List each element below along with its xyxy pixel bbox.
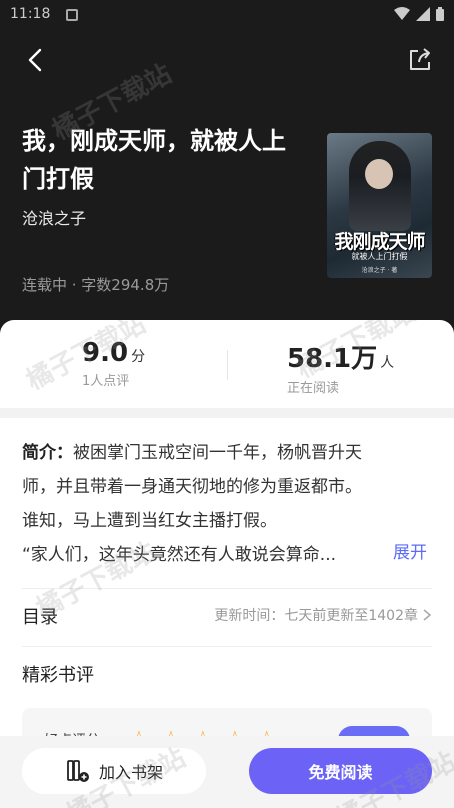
stats-divider xyxy=(227,350,228,380)
rating-label: 1人点评 xyxy=(82,374,130,389)
intro-line: 简介：被困掌门玉戒空间一千年，杨帆晋升天 xyxy=(22,436,434,470)
stats-panel: 9.0 分 1人点评 58.1万人 正在阅读 xyxy=(0,320,454,408)
toc-update-text: 更新时间：七天前更新至1402章 xyxy=(214,608,418,624)
add-to-shelf-button[interactable]: 加入书架 xyxy=(22,748,206,794)
toc-title: 目录 xyxy=(22,607,58,628)
bottom-action-bar: 加入书架 免费阅读 橘子下载站 橘子下载站 xyxy=(0,736,454,808)
cover-face xyxy=(365,159,393,189)
book-cover: 我刚成天师 就被人上门打假 沧浪之子 · 著 xyxy=(327,133,432,278)
readers-value: 58.1万 xyxy=(287,344,378,374)
back-icon[interactable] xyxy=(22,46,50,74)
status-icons xyxy=(394,7,444,21)
book-meta: 连载中 · 字数294.8万 xyxy=(22,276,170,294)
chevron-right-icon xyxy=(423,609,432,621)
battery-icon xyxy=(436,7,444,21)
intro-text-3: 谁知，马上遭到当红女主播打假。 xyxy=(22,511,277,531)
intro-text-1: 被困掌门玉戒空间一千年，杨帆晋升天 xyxy=(73,443,362,463)
rating-stat: 9.0 分 1人点评 xyxy=(82,338,145,389)
cover-author: 沧浪之子 · 著 xyxy=(361,267,398,274)
cover-subtitle: 就被人上门打假 xyxy=(351,252,408,261)
rating-value: 9.0 xyxy=(82,338,129,368)
comments-section-header: 精彩书评 xyxy=(22,646,432,698)
table-of-contents-row[interactable]: 目录 更新时间：七天前更新至1402章 xyxy=(22,588,432,640)
book-detail-sheet: 9.0 分 1人点评 58.1万人 正在阅读 简介：被困掌门玉戒空间一千年，杨帆晋… xyxy=(0,320,454,808)
section-divider xyxy=(0,408,454,418)
book-title: 我，刚成天师，就被人上门打假 xyxy=(22,127,286,193)
comments-title: 精彩书评 xyxy=(22,665,94,686)
readers-unit: 人 xyxy=(380,355,395,371)
bookshelf-add-icon xyxy=(67,760,89,782)
signal-icon xyxy=(416,7,430,21)
free-read-button[interactable]: 免费阅读 xyxy=(249,748,432,794)
book-intro: 简介：被困掌门玉戒空间一千年，杨帆晋升天 师，并且带着一身通天彻地的修为重返都市… xyxy=(22,436,434,572)
notification-icon xyxy=(66,9,78,21)
status-time: 11:18 xyxy=(10,6,51,22)
toc-update: 更新时间：七天前更新至1402章 xyxy=(214,605,432,625)
intro-text-4: “家人们，这年头竟然还有人敢说会算命... xyxy=(22,545,337,565)
status-bar: 11:18 xyxy=(0,0,454,30)
add-to-shelf-label: 加入书架 xyxy=(98,763,163,782)
expand-intro-button[interactable]: 展开 xyxy=(393,538,427,563)
share-icon[interactable] xyxy=(406,46,434,74)
book-header: 11:18 我，刚成天师，就被人上门打假 沧浪之子 连载中 · 字数294.8万… xyxy=(0,0,454,340)
readers-stat: 58.1万人 正在阅读 xyxy=(287,338,394,396)
readers-label: 正在阅读 xyxy=(287,381,340,396)
intro-label: 简介： xyxy=(22,443,73,463)
wifi-icon xyxy=(394,7,410,20)
book-author[interactable]: 沧浪之子 xyxy=(22,205,86,229)
cover-title: 我刚成天师 xyxy=(334,231,425,253)
intro-text-2: 师，并且带着一身通天彻地的修为重返都市。 xyxy=(22,477,362,497)
rating-unit: 分 xyxy=(131,349,146,365)
